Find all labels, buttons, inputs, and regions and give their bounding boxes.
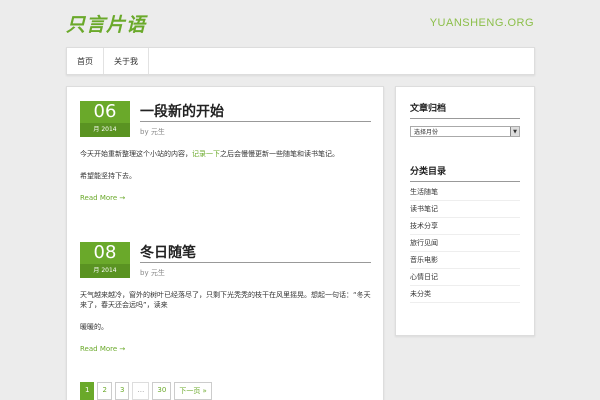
- archive-widget-title: 文章归档: [410, 101, 520, 119]
- excerpt-text: 天气越来越冷，窗外的树叶已经落尽了，只剩下光秃秃的枝干在风里摇晃。想起一句话：“…: [80, 291, 371, 309]
- excerpt-text: 今天开始重新整理这个小站的内容，: [80, 150, 192, 158]
- date-day: 06: [80, 101, 130, 123]
- read-more-link[interactable]: Read More →: [80, 193, 125, 203]
- archive-select[interactable]: 选择月份 ▼: [410, 126, 520, 137]
- page-2-button[interactable]: 2: [97, 382, 112, 400]
- post-list: 06 月 2014 一段新的开始 by 元生 今天开始重新整理这个小站的内容，记…: [66, 86, 384, 400]
- category-list: 生活随笔 读书笔记 技术分享 旅行见闻 音乐电影 心情日记 未分类: [410, 184, 520, 303]
- category-item[interactable]: 音乐电影: [410, 252, 520, 269]
- author-name[interactable]: 元生: [151, 269, 165, 277]
- post-title[interactable]: 冬日随笔: [140, 242, 371, 263]
- post-title[interactable]: 一段新的开始: [140, 101, 371, 122]
- category-item[interactable]: 生活随笔: [410, 184, 520, 201]
- next-page-button[interactable]: 下一页 »: [174, 382, 212, 400]
- category-item[interactable]: 未分类: [410, 286, 520, 303]
- author-prefix: by: [140, 269, 149, 277]
- date-month-year: 月 2014: [80, 264, 130, 278]
- post-excerpt: 今天开始重新整理这个小站的内容，记录一下之后会慢慢更新一些随笔和读书笔记。 希望…: [80, 149, 372, 203]
- date-day: 08: [80, 242, 130, 264]
- page-3-button[interactable]: 3: [114, 382, 130, 400]
- pagination: 1 2 3 … 30 下一页 »: [80, 382, 212, 400]
- site-url[interactable]: YUANSHENG.ORG: [430, 17, 534, 29]
- main-nav: 首页 关于我: [66, 47, 535, 75]
- post-excerpt: 天气越来越冷，窗外的树叶已经落尽了，只剩下光秃秃的枝干在风里摇晃。想起一句话：“…: [80, 290, 372, 354]
- sidebar: 文章归档 选择月份 ▼ 分类目录 生活随笔 读书笔记 技术分享 旅行见闻 音乐电…: [395, 86, 535, 336]
- read-more-link[interactable]: Read More →: [80, 344, 125, 354]
- post-author: by 元生: [140, 127, 165, 137]
- date-badge: 08 月 2014: [80, 242, 130, 278]
- page-30-button[interactable]: 30: [152, 382, 172, 400]
- page-ellipsis: …: [132, 382, 150, 400]
- category-item[interactable]: 旅行见闻: [410, 235, 520, 252]
- author-name[interactable]: 元生: [151, 128, 165, 136]
- excerpt-text: 之后会慢慢更新一些随笔和读书笔记。: [220, 150, 339, 158]
- page-1-button[interactable]: 1: [80, 382, 95, 400]
- category-item[interactable]: 技术分享: [410, 218, 520, 235]
- category-widget-title: 分类目录: [410, 164, 520, 182]
- date-month-year: 月 2014: [80, 123, 130, 137]
- excerpt-text: 暖暖的。: [80, 323, 108, 331]
- nav-item-about[interactable]: 关于我: [104, 48, 149, 74]
- category-item[interactable]: 读书笔记: [410, 201, 520, 218]
- site-logo[interactable]: 只言片语: [66, 10, 146, 37]
- nav-item-home[interactable]: 首页: [67, 48, 104, 74]
- archive-select-value: 选择月份: [414, 129, 439, 136]
- excerpt-text: 希望能坚持下去。: [80, 172, 136, 180]
- category-item[interactable]: 心情日记: [410, 269, 520, 286]
- date-badge: 06 月 2014: [80, 101, 130, 137]
- excerpt-link[interactable]: 记录一下: [192, 150, 220, 158]
- dropdown-arrow-icon[interactable]: ▼: [510, 127, 519, 136]
- author-prefix: by: [140, 128, 149, 136]
- post-author: by 元生: [140, 268, 165, 278]
